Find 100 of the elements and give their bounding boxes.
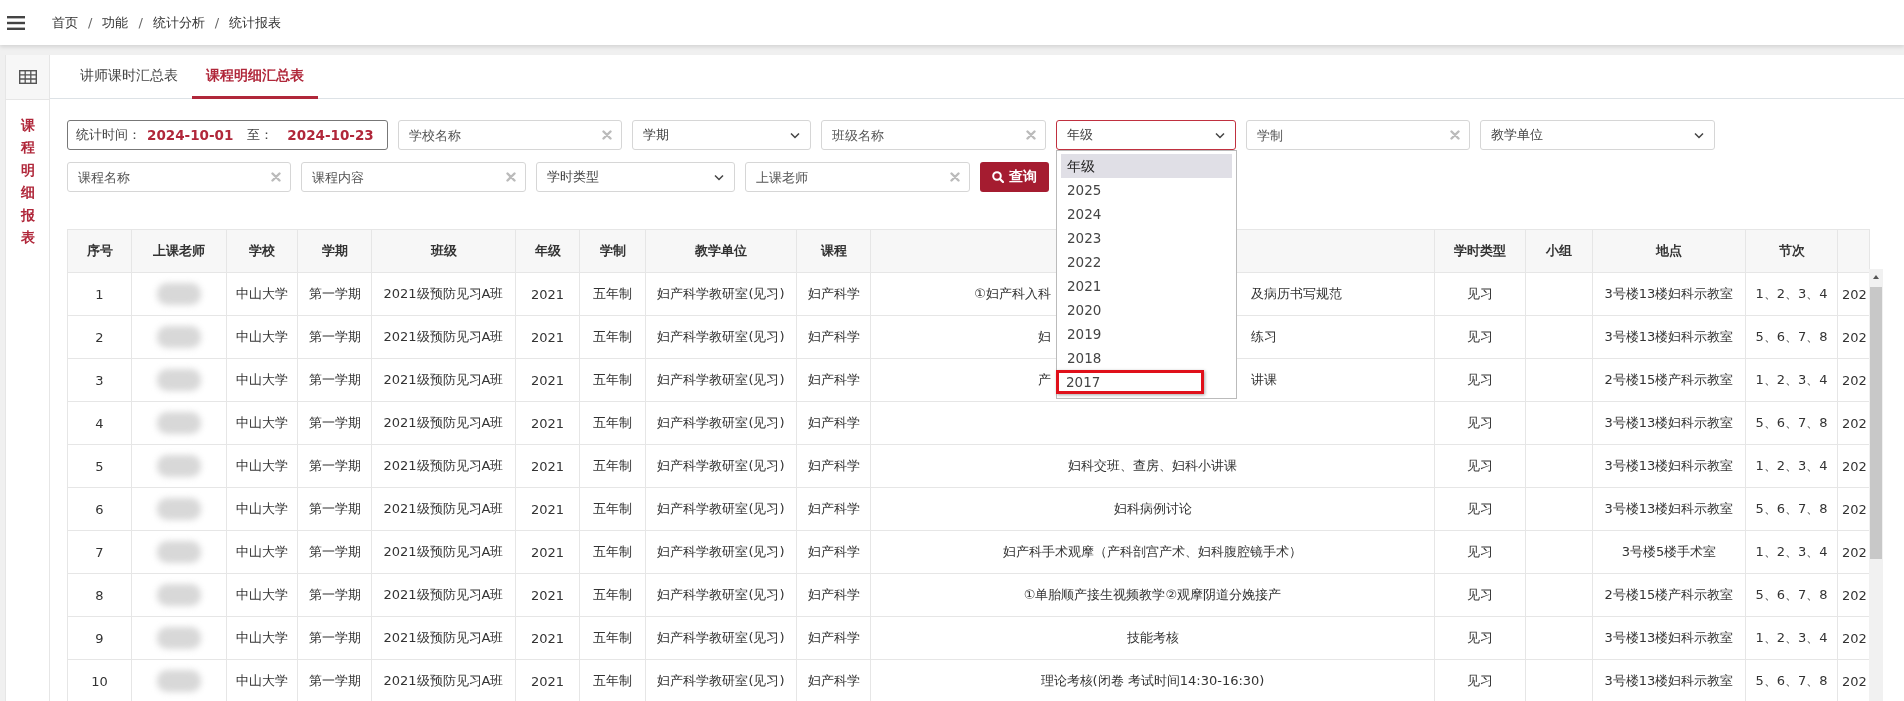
table-cell: 妇产科学教研室(见习) <box>645 315 797 359</box>
column-header: 序号 <box>67 229 132 273</box>
table-cell: 2021级预防见习A班 <box>371 530 516 574</box>
table-cell: 2021级预防见习A班 <box>371 616 516 660</box>
table-cell: 妇产科学教研室(见习) <box>645 573 797 617</box>
table-cell: 3号楼13楼妇科示教室 <box>1592 616 1746 660</box>
table-cell: 五年制 <box>579 444 646 488</box>
table-cell: 妇产科学 <box>796 401 871 445</box>
table-cell: 妇科病例讨论 <box>1113 500 1192 519</box>
table-cell: 见习 <box>1434 401 1526 445</box>
breadcrumb-separator: / <box>138 15 143 30</box>
table-cell: 第一学期 <box>297 616 372 660</box>
table-cell: 妇产科学教研室(见习) <box>645 401 797 445</box>
table-cell: 中山大学 <box>226 530 298 574</box>
table-cell: 2021级预防见习A班 <box>371 444 516 488</box>
chevron-down-icon[interactable] <box>1215 131 1225 139</box>
table-cell: 7 <box>67 530 132 574</box>
column-header: 年级 <box>515 229 580 273</box>
chevron-down-icon[interactable] <box>714 173 724 181</box>
breadcrumb-link[interactable]: 统计分析 <box>152 13 205 32</box>
chevron-down-icon[interactable] <box>790 131 800 139</box>
table-cell: 2021 <box>515 573 580 617</box>
dropdown-field[interactable]: 学时类型 <box>536 162 735 193</box>
table-cell: 妇 <box>1038 328 1051 347</box>
table-cell: 产 <box>1038 371 1051 390</box>
dropdown-option[interactable]: 2024 <box>1061 202 1232 227</box>
table-cell: 1、2、3、4 <box>1745 530 1838 574</box>
table-cell: 妇产科学教研室(见习) <box>645 358 797 402</box>
dropdown-option[interactable]: 2023 <box>1061 226 1232 251</box>
column-header: 课程 <box>796 229 871 273</box>
table-cell: 1 <box>67 272 132 316</box>
search-icon[interactable] <box>992 171 1004 184</box>
table-cell: 中山大学 <box>226 358 298 402</box>
breadcrumb-link[interactable]: 功能 <box>102 13 129 32</box>
table-cell: 5 <box>67 444 132 488</box>
table-cell: 中山大学 <box>226 616 298 660</box>
dropdown-option[interactable]: 2020 <box>1061 298 1232 323</box>
table-cell: 2021 <box>515 487 580 531</box>
table-cell: 妇产科学 <box>796 530 871 574</box>
table-cell: 5、6、7、8 <box>1745 315 1838 359</box>
table-cell: 3号楼13楼妇科示教室 <box>1592 401 1746 445</box>
dropdown-field[interactable]: 教学单位 <box>1480 120 1715 151</box>
dropdown-option[interactable]: 2025 <box>1061 178 1232 203</box>
table-cell: 1、2、3、4 <box>1745 444 1838 488</box>
search-button[interactable]: 查询 <box>980 162 1049 193</box>
field-label: 统计时间： <box>76 126 141 145</box>
table-cell: 2 <box>67 315 132 359</box>
table-cell: 妇产科学教研室(见习) <box>645 272 797 316</box>
column-header: 小组 <box>1525 229 1593 273</box>
table-cell: 中山大学 <box>226 315 298 359</box>
table-cell: 3号楼13楼妇科示教室 <box>1592 444 1746 488</box>
tab[interactable]: 讲师课时汇总表 <box>66 55 192 100</box>
menu-icon[interactable] <box>7 15 25 30</box>
table-cell: 2021级预防见习A班 <box>371 401 516 445</box>
table-cell: 五年制 <box>579 487 646 531</box>
dropdown-option[interactable]: 2018 <box>1061 346 1232 371</box>
chevron-down-icon[interactable] <box>1694 131 1704 139</box>
table-cell: 妇产科学 <box>796 444 871 488</box>
table-cell: 2021级预防见习A班 <box>371 487 516 531</box>
input-field[interactable]: 课程名称 <box>67 162 291 193</box>
dropdown-option[interactable]: 2019 <box>1061 322 1232 347</box>
column-header: 班级 <box>371 229 516 273</box>
breadcrumb-link[interactable]: 统计报表 <box>229 13 282 32</box>
input-field[interactable]: 上课老师 <box>745 162 970 193</box>
input-field[interactable]: 学制 <box>1246 120 1470 151</box>
table-icon[interactable] <box>18 70 37 84</box>
dropdown-option[interactable]: 年级 <box>1061 154 1232 179</box>
table-cell: 2021 <box>515 444 580 488</box>
table-cell: 2021级预防见习A班 <box>371 358 516 402</box>
table-cell: 中山大学 <box>226 444 298 488</box>
dropdown-field[interactable]: 学期 <box>632 120 811 151</box>
dropdown-option[interactable]: 2017 <box>1056 370 1204 395</box>
table-cell: 第一学期 <box>297 444 372 488</box>
breadcrumb-separator: / <box>88 15 93 30</box>
table-cell: 2号楼15楼产科示教室 <box>1592 358 1746 402</box>
scrollbar[interactable] <box>1869 269 1883 701</box>
table-cell: 五年制 <box>579 272 646 316</box>
table-cell: 中山大学 <box>226 272 298 316</box>
date-range-field[interactable]: 统计时间： 2024-10-01 至： 2024-10-23 <box>67 120 388 151</box>
input-field[interactable]: 学校名称 <box>398 120 622 151</box>
column-header: 学时类型 <box>1434 229 1526 273</box>
table-cell: 见习 <box>1434 616 1526 660</box>
table-cell: 2021 <box>515 530 580 574</box>
end-date: 2024-10-23 <box>287 127 374 144</box>
table-cell: 1、2、3、4 <box>1745 358 1838 402</box>
tab[interactable]: 课程明细汇总表 <box>192 55 318 100</box>
table-cell: 3 <box>67 358 132 402</box>
breadcrumb-link[interactable]: 首页 <box>52 13 78 32</box>
start-date: 2024-10-01 <box>147 127 234 144</box>
table-cell: 中山大学 <box>226 401 298 445</box>
table-cell: 3号楼5楼手术室 <box>1592 530 1746 574</box>
column-header: 地点 <box>1592 229 1746 273</box>
dropdown-option[interactable]: 2021 <box>1061 274 1232 299</box>
table-cell: 5、6、7、8 <box>1745 573 1838 617</box>
input-field[interactable]: 课程内容 <box>301 162 526 193</box>
input-field[interactable]: 班级名称 <box>821 120 1046 151</box>
dropdown-option[interactable]: 2022 <box>1061 250 1232 275</box>
table-cell: 2021级预防见习A班 <box>371 573 516 617</box>
column-header: 节次 <box>1745 229 1838 273</box>
table-cell: 2021 <box>515 315 580 359</box>
